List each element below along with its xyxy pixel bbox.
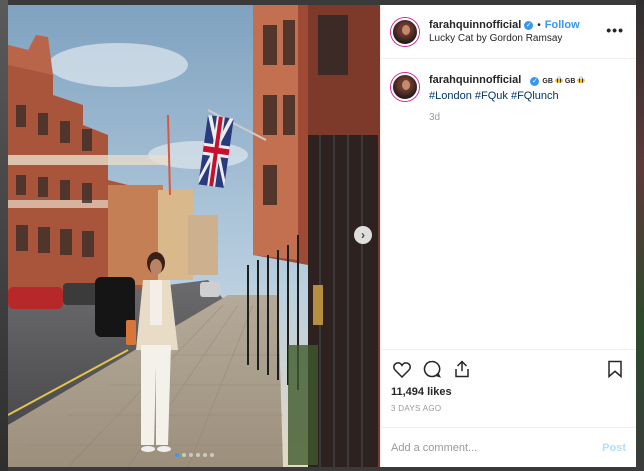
gb-flag-emoji: GB <box>564 78 576 85</box>
heart-icon[interactable] <box>391 358 413 380</box>
carousel-dot <box>174 453 179 457</box>
post-modal: › farahquinnofficial ✓ • Follow Lucky Ca… <box>8 5 636 467</box>
verified-icon: ✓ <box>530 77 540 86</box>
caption: farahquinnofficial ✓ GB GB #London #FQuk … <box>391 73 626 104</box>
comment-box: Post <box>381 427 636 467</box>
comment-icon[interactable] <box>421 358 443 380</box>
location-link[interactable]: Lucky Cat by Gordon Ramsay <box>429 33 626 44</box>
carousel-dot <box>202 453 207 457</box>
hashtags: #London #FQuk #FQlunch <box>429 89 587 104</box>
carousel-dots <box>8 453 380 457</box>
hashtag-link[interactable]: #FQlunch <box>511 90 559 102</box>
action-icons <box>391 358 626 380</box>
backdrop-right <box>636 0 644 471</box>
post-comment-button[interactable]: Post <box>602 442 626 454</box>
verified-icon: ✓ <box>524 20 534 30</box>
carousel-dot <box>195 453 200 457</box>
backdrop-left <box>0 0 8 471</box>
gb-flag-emoji: GB <box>542 78 553 85</box>
bee-emoji-icon <box>554 76 564 84</box>
caption-username-link[interactable]: farahquinnofficial <box>429 74 521 86</box>
post-date: 3 DAYS AGO <box>391 404 442 413</box>
share-icon[interactable] <box>451 358 473 380</box>
header-text: farahquinnofficial ✓ • Follow Lucky Cat … <box>429 19 626 44</box>
comment-input[interactable] <box>391 441 603 454</box>
chevron-right-icon: › <box>361 228 365 242</box>
avatar[interactable] <box>391 17 419 46</box>
follow-button[interactable]: Follow <box>545 19 580 31</box>
street-photo-illustration <box>8 5 380 467</box>
caption-time-ago: 3d <box>429 112 441 123</box>
next-slide-button[interactable]: › <box>354 226 372 244</box>
post-info-panel: farahquinnofficial ✓ • Follow Lucky Cat … <box>380 5 636 467</box>
username-link[interactable]: farahquinnofficial <box>429 19 521 31</box>
carousel-dot <box>181 453 186 457</box>
separator: • <box>537 19 541 31</box>
bee-emoji-icon <box>576 76 586 84</box>
more-options-icon[interactable]: ••• <box>606 23 624 37</box>
post-header: farahquinnofficial ✓ • Follow Lucky Cat … <box>381 5 636 59</box>
post-photo[interactable]: › <box>8 5 380 467</box>
carousel-dot <box>209 453 214 457</box>
caption-area: farahquinnofficial ✓ GB GB #London #FQuk … <box>381 59 636 349</box>
hashtag-link[interactable]: #FQuk <box>475 90 508 102</box>
bookmark-icon[interactable] <box>604 358 626 380</box>
header-row: farahquinnofficial ✓ • Follow <box>429 19 626 31</box>
post-actions: 11,494 likes 3 DAYS AGO <box>381 349 636 413</box>
carousel-dot <box>188 453 193 457</box>
likes-count[interactable]: 11,494 likes <box>391 386 626 398</box>
avatar[interactable] <box>391 73 419 101</box>
caption-text: farahquinnofficial ✓ GB GB #London #FQuk … <box>429 73 587 104</box>
hashtag-link[interactable]: #London <box>429 90 472 102</box>
